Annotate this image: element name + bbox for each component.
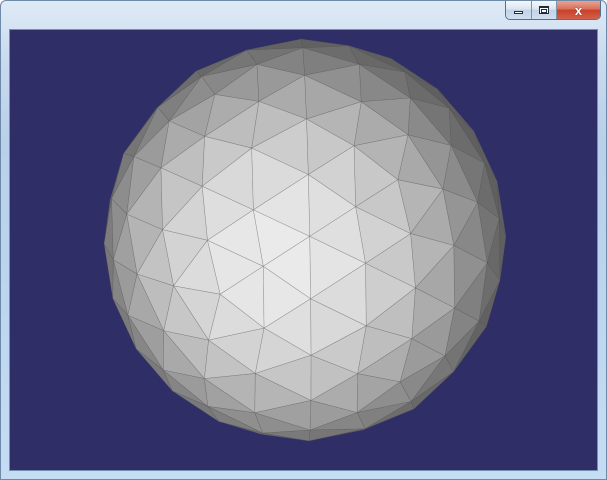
close-icon: x [574,2,583,18]
sphere-facet [498,218,507,281]
render-viewport[interactable] [9,29,598,471]
sphere-facet [308,428,365,442]
caption-buttons: x [505,1,601,20]
minimize-button[interactable] [506,1,532,19]
minimize-icon [514,11,523,14]
close-button[interactable]: x [557,1,600,19]
sphere-render [103,38,507,442]
title-bar[interactable]: x [1,1,606,27]
restore-icon [539,6,549,14]
maximize-button[interactable] [532,1,557,19]
app-window: x [0,0,607,480]
